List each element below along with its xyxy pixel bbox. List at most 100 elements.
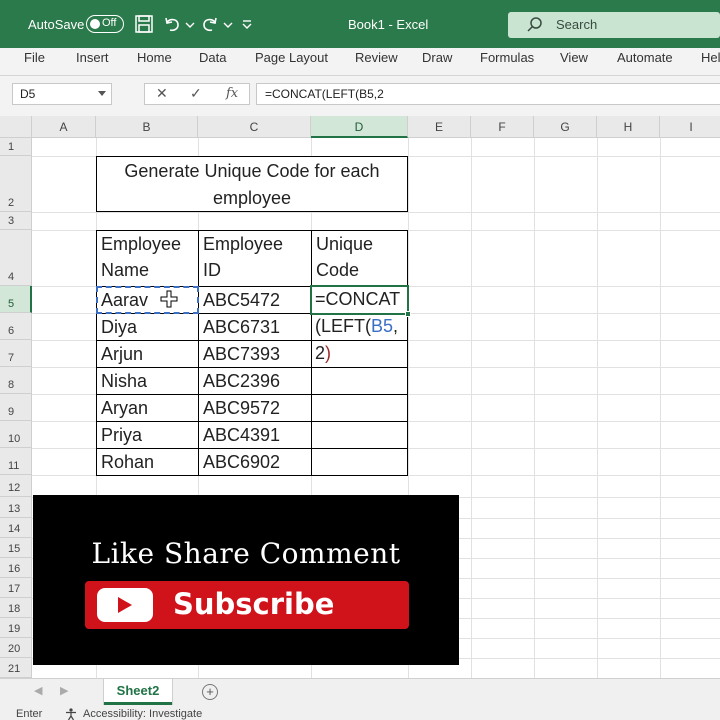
col-header-g[interactable]: G bbox=[534, 116, 597, 138]
add-sheet-icon[interactable]: + bbox=[202, 684, 218, 700]
col-header-i[interactable]: I bbox=[660, 116, 720, 138]
cell-unique-code[interactable] bbox=[311, 421, 408, 449]
sheet-title-line2: employee bbox=[212, 188, 292, 208]
row-header[interactable]: 4 bbox=[0, 230, 32, 286]
sheet-title[interactable]: Generate Unique Code for each employee bbox=[96, 156, 408, 212]
name-box[interactable]: D5 bbox=[12, 83, 112, 105]
save-icon[interactable] bbox=[134, 14, 154, 34]
subscribe-label: Subscribe bbox=[173, 587, 335, 621]
cell-employee-id[interactable]: ABC5472 bbox=[198, 286, 312, 314]
cell-employee-name[interactable]: Arjun bbox=[96, 340, 199, 368]
worksheet-grid[interactable]: A B C D E F G H I 1 2 3 4 5 6 7 8 9 10 1… bbox=[0, 116, 720, 678]
customize-toolbar-icon[interactable] bbox=[240, 14, 254, 34]
tab-file[interactable]: File bbox=[24, 50, 45, 65]
cell-employee-id[interactable]: ABC9572 bbox=[198, 394, 312, 422]
sheet-tab-sheet2[interactable]: Sheet2 bbox=[104, 679, 172, 705]
tab-page-layout[interactable]: Page Layout bbox=[255, 50, 328, 65]
row-header[interactable]: 9 bbox=[0, 394, 32, 421]
row-number: 4 bbox=[8, 271, 15, 283]
active-cell-d5[interactable] bbox=[310, 285, 411, 317]
row-header[interactable]: 11 bbox=[0, 448, 32, 475]
autosave-toggle[interactable]: Off bbox=[86, 15, 124, 33]
cell-employee-id[interactable]: ABC4391 bbox=[198, 421, 312, 449]
document-title: Book1 - Excel bbox=[348, 17, 429, 32]
accessibility-icon bbox=[66, 708, 76, 720]
tab-draw[interactable]: Draw bbox=[422, 50, 452, 65]
undo-dropdown-icon[interactable] bbox=[184, 14, 196, 34]
cell-unique-code[interactable] bbox=[311, 367, 408, 395]
name-box-dropdown-icon[interactable] bbox=[98, 91, 106, 96]
row-header[interactable]: 21 bbox=[0, 658, 32, 678]
undo-icon[interactable] bbox=[162, 14, 182, 34]
tab-data[interactable]: Data bbox=[199, 50, 226, 65]
cell-employee-name[interactable]: Nisha bbox=[96, 367, 199, 395]
tab-review[interactable]: Review bbox=[355, 50, 398, 65]
cell-employee-name[interactable]: Rohan bbox=[96, 448, 199, 476]
tab-home[interactable]: Home bbox=[137, 50, 172, 65]
row-header[interactable]: 10 bbox=[0, 421, 32, 448]
header-employee-id[interactable]: Employee ID bbox=[198, 230, 312, 287]
tab-view[interactable]: View bbox=[560, 50, 588, 65]
col-header-a[interactable]: A bbox=[32, 116, 96, 138]
col-header-h[interactable]: H bbox=[597, 116, 660, 138]
insert-function-icon[interactable]: fx bbox=[226, 86, 238, 101]
row-header[interactable]: 18 bbox=[0, 598, 32, 618]
cell-employee-id[interactable]: ABC6902 bbox=[198, 448, 312, 476]
subscribe-button[interactable]: Subscribe bbox=[85, 581, 409, 629]
accessibility-status[interactable]: Accessibility: Investigate bbox=[83, 708, 202, 720]
tab-formulas[interactable]: Formulas bbox=[480, 50, 534, 65]
col-header-c[interactable]: C bbox=[198, 116, 311, 138]
cell-employee-id[interactable]: ABC6731 bbox=[198, 313, 312, 341]
enter-icon[interactable]: ✓ bbox=[190, 85, 202, 102]
row-header[interactable]: 3 bbox=[0, 212, 32, 230]
tab-automate[interactable]: Automate bbox=[617, 50, 673, 65]
row-header[interactable]: 2 bbox=[0, 156, 32, 212]
sheet-tab-label: Sheet2 bbox=[116, 683, 160, 698]
redo-dropdown-icon[interactable] bbox=[222, 14, 234, 34]
row-header[interactable]: 5 bbox=[0, 286, 32, 313]
row-header[interactable]: 6 bbox=[0, 313, 32, 340]
row-header[interactable]: 14 bbox=[0, 518, 32, 538]
col-header-e[interactable]: E bbox=[408, 116, 471, 138]
col-header-b[interactable]: B bbox=[96, 116, 198, 138]
col-header-d[interactable]: D bbox=[311, 116, 408, 138]
row-header[interactable]: 12 bbox=[0, 475, 32, 497]
name-box-value: D5 bbox=[20, 87, 36, 101]
autosave-state: Off bbox=[102, 17, 117, 29]
select-all-corner[interactable] bbox=[0, 116, 32, 138]
cell-employee-id[interactable]: ABC2396 bbox=[198, 367, 312, 395]
row-header[interactable]: 8 bbox=[0, 367, 32, 394]
cell-unique-code[interactable] bbox=[311, 448, 408, 476]
cell-unique-code[interactable] bbox=[311, 394, 408, 422]
row-number: 16 bbox=[8, 563, 21, 575]
row-header[interactable]: 15 bbox=[0, 538, 32, 558]
header-unique-code[interactable]: Unique Code bbox=[311, 230, 408, 287]
formula-input[interactable]: =CONCAT(LEFT(B5,2 bbox=[256, 83, 720, 105]
tab-insert[interactable]: Insert bbox=[76, 50, 109, 65]
formula-buttons: ✕ ✓ fx bbox=[144, 83, 250, 105]
header-employee-name[interactable]: Employee Name bbox=[96, 230, 199, 287]
cancel-icon[interactable]: ✕ bbox=[156, 85, 168, 102]
search-box[interactable]: Search bbox=[508, 12, 720, 38]
scroll-left-icon[interactable]: ◀ bbox=[34, 684, 42, 697]
gridline bbox=[597, 138, 598, 678]
header-text: Employee bbox=[203, 234, 284, 254]
fill-handle[interactable] bbox=[405, 311, 411, 317]
scroll-right-icon[interactable]: ▶ bbox=[60, 684, 68, 697]
cell-employee-name[interactable]: Aryan bbox=[96, 394, 199, 422]
row-header[interactable]: 13 bbox=[0, 497, 32, 518]
tab-help[interactable]: Help bbox=[701, 50, 720, 65]
cell-employee-name[interactable]: Diya bbox=[96, 313, 199, 341]
row-header[interactable]: 7 bbox=[0, 340, 32, 367]
row-header[interactable]: 19 bbox=[0, 618, 32, 638]
promo-tagline: Like Share Comment bbox=[91, 537, 401, 570]
row-header[interactable]: 16 bbox=[0, 558, 32, 578]
row-header[interactable]: 20 bbox=[0, 638, 32, 658]
col-header-f[interactable]: F bbox=[471, 116, 534, 138]
cell-employee-id[interactable]: ABC7393 bbox=[198, 340, 312, 368]
redo-icon[interactable] bbox=[200, 14, 220, 34]
play-triangle bbox=[118, 597, 132, 613]
row-header[interactable]: 17 bbox=[0, 578, 32, 598]
cell-employee-name[interactable]: Priya bbox=[96, 421, 199, 449]
row-header[interactable]: 1 bbox=[0, 138, 32, 156]
